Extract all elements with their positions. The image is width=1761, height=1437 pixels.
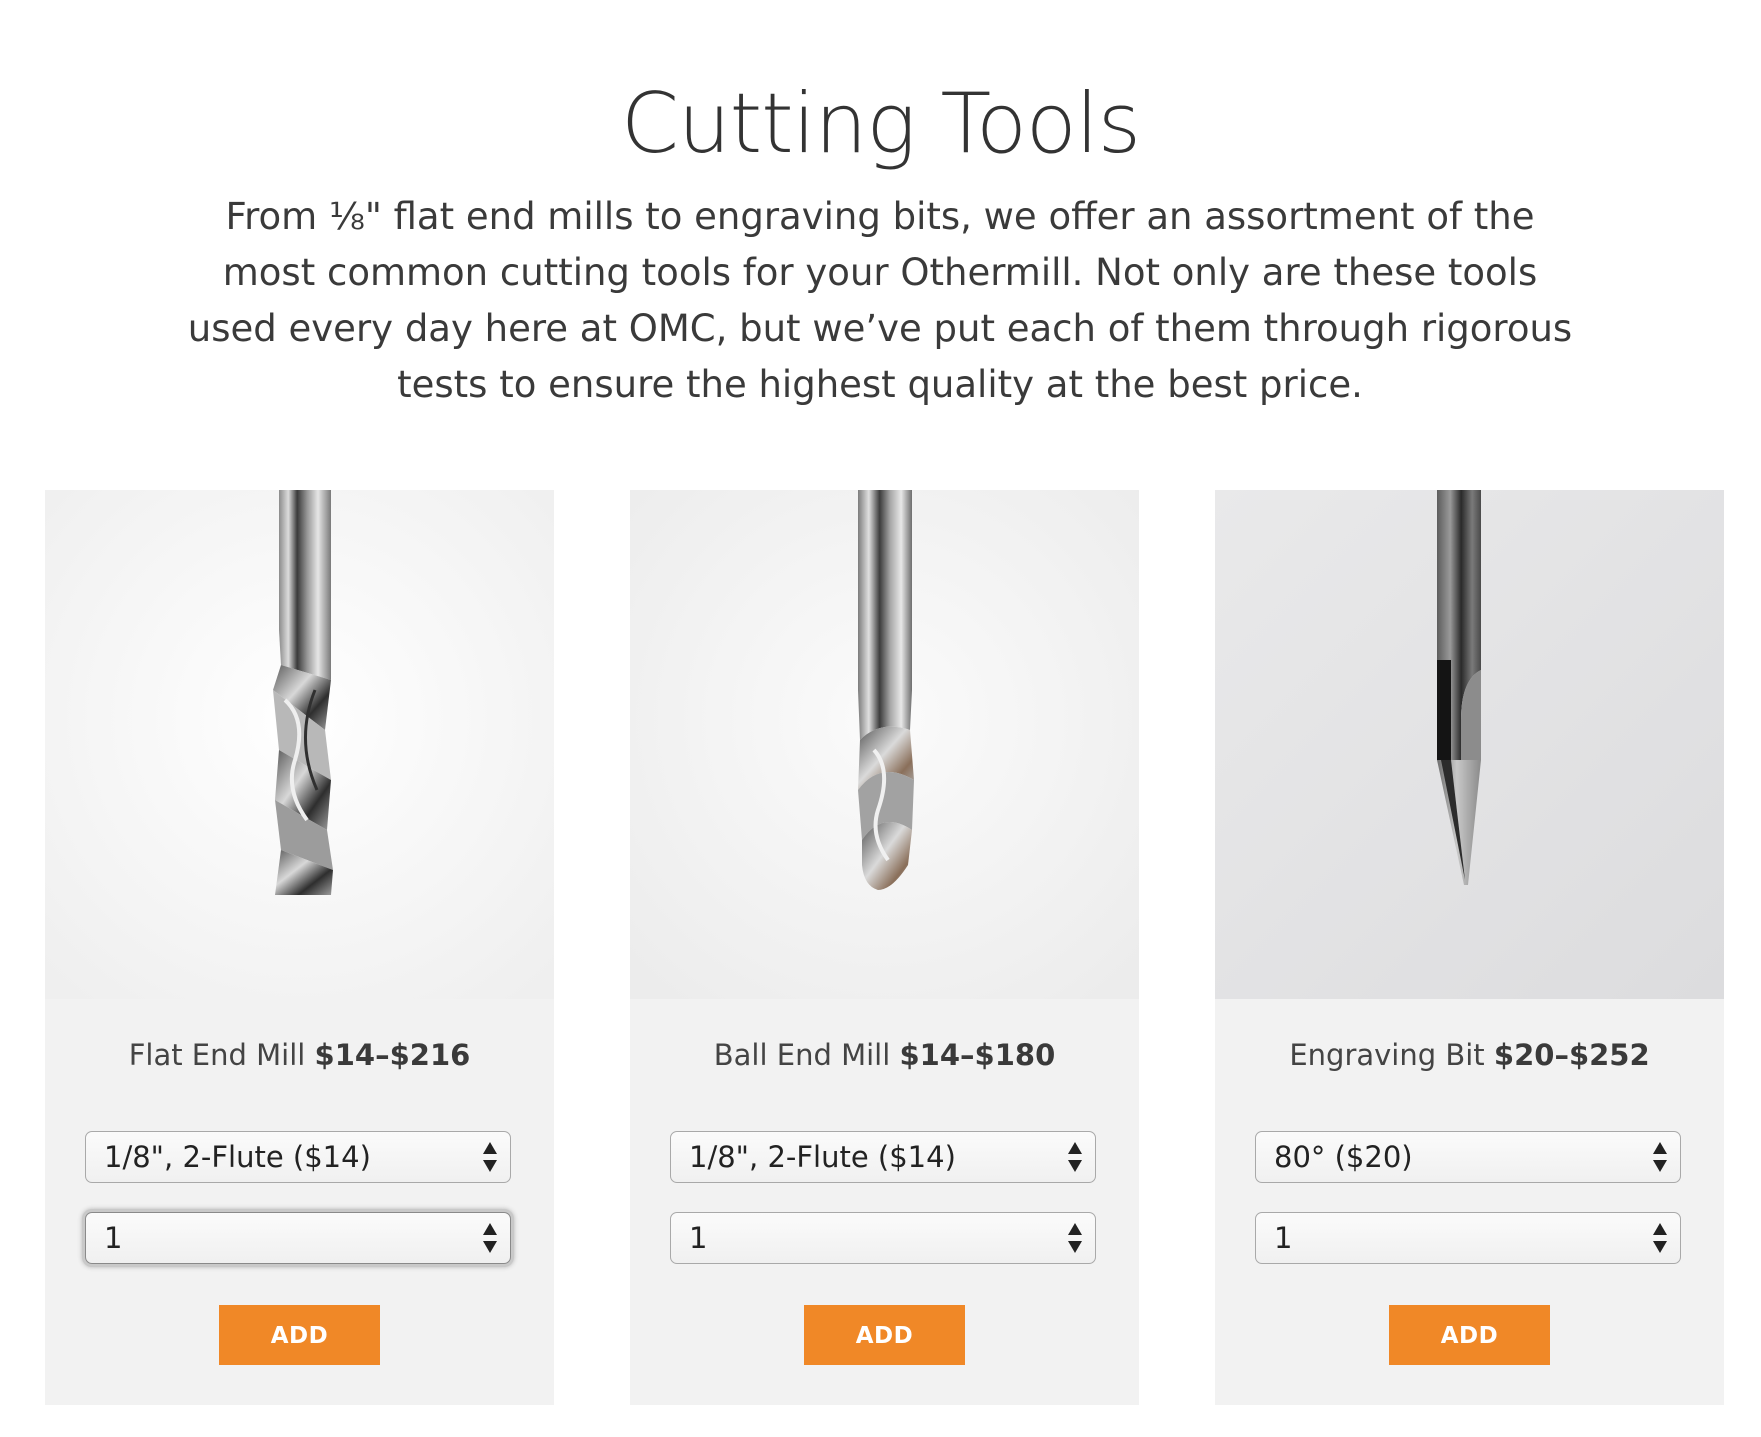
product-name-label: Flat End Mill: [128, 1038, 306, 1072]
add-to-cart-button[interactable]: ADD: [1389, 1305, 1550, 1365]
add-to-cart-button[interactable]: ADD: [804, 1305, 965, 1365]
select-arrows-icon: [1067, 1142, 1083, 1172]
quantity-select-value: 1: [104, 1221, 123, 1255]
page-title: Cutting Tools: [621, 74, 1141, 172]
quantity-select[interactable]: 1: [1255, 1212, 1681, 1264]
variant-select-value: 80° ($20): [1274, 1140, 1413, 1174]
product-name-label: Engraving Bit: [1289, 1038, 1485, 1072]
price-range: $20–$252: [1493, 1038, 1650, 1072]
variant-select-value: 1/8", 2-Flute ($14): [104, 1140, 371, 1174]
add-to-cart-button[interactable]: ADD: [219, 1305, 380, 1365]
engraving-bit-image[interactable]: [1215, 490, 1724, 999]
product-card-flat-end-mill: Flat End Mill $14–$216 1/8", 2-Flute ($1…: [45, 490, 554, 1405]
quantity-select-value: 1: [689, 1221, 708, 1255]
intro-text: From ⅛" flat end mills to engraving bits…: [187, 195, 1573, 406]
product-title: Flat End Mill $14–$216: [45, 1035, 554, 1075]
quantity-select-value: 1: [1274, 1221, 1293, 1255]
flat-end-mill-image[interactable]: [45, 490, 554, 999]
product-card-ball-end-mill: Ball End Mill $14–$180 1/8", 2-Flute ($1…: [630, 490, 1139, 1405]
variant-select[interactable]: 1/8", 2-Flute ($14): [670, 1131, 1096, 1183]
product-title: Engraving Bit $20–$252: [1215, 1035, 1724, 1075]
select-arrows-icon: [1652, 1142, 1668, 1172]
product-title: Ball End Mill $14–$180: [630, 1035, 1139, 1075]
quantity-select[interactable]: 1: [670, 1212, 1096, 1264]
variant-select[interactable]: 1/8", 2-Flute ($14): [85, 1131, 511, 1183]
product-name-label: Ball End Mill: [713, 1038, 891, 1072]
price-range: $14–$216: [314, 1038, 471, 1072]
variant-select-value: 1/8", 2-Flute ($14): [689, 1140, 956, 1174]
price-range: $14–$180: [899, 1038, 1056, 1072]
select-arrows-icon: [1067, 1223, 1083, 1253]
variant-select[interactable]: 80° ($20): [1255, 1131, 1681, 1183]
quantity-select[interactable]: 1: [85, 1212, 511, 1264]
select-arrows-icon: [482, 1223, 498, 1253]
select-arrows-icon: [1652, 1223, 1668, 1253]
ball-end-mill-image[interactable]: [630, 490, 1139, 999]
select-arrows-icon: [482, 1142, 498, 1172]
product-card-engraving-bit: Engraving Bit $20–$252 80° ($20) 1 ADD: [1215, 490, 1724, 1405]
